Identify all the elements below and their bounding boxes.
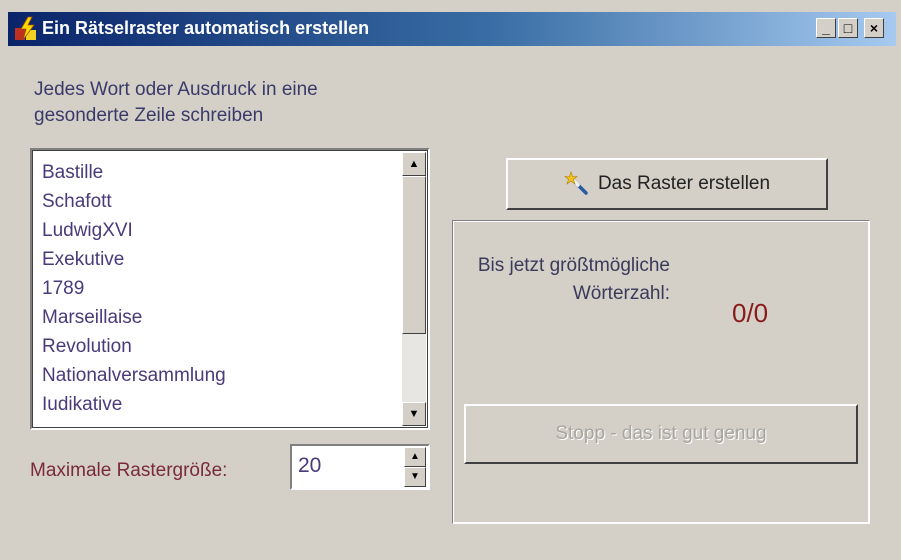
list-item[interactable]: Iudikative [42, 390, 392, 419]
list-item[interactable]: Marseillaise [42, 303, 392, 332]
max-grid-size-label: Maximale Rastergröße: [30, 460, 228, 481]
maximize-icon: □ [843, 20, 853, 36]
list-item[interactable]: Exekutive [42, 245, 392, 274]
arrow-up-icon: ▲ [408, 158, 420, 170]
app-window: Ein Rätselraster automatisch erstellen _… [0, 0, 901, 560]
spin-down-button[interactable]: ▼ [404, 467, 426, 487]
scroll-up-button[interactable]: ▲ [402, 152, 426, 176]
app-lightning-icon [15, 16, 36, 41]
magic-wand-icon [564, 171, 588, 195]
instructions-label: Jedes Wort oder Ausdruck in eine gesonde… [34, 79, 318, 126]
scroll-down-button[interactable]: ▼ [402, 402, 426, 426]
stop-button[interactable]: Stopp - das ist gut genug [464, 404, 858, 464]
minimize-icon: _ [822, 20, 830, 36]
arrow-up-icon: ▲ [410, 451, 420, 462]
close-button[interactable]: × [864, 18, 884, 38]
list-scrollbar[interactable]: ▲ ▼ [402, 152, 426, 426]
arrow-down-icon: ▼ [410, 471, 420, 482]
word-list-box[interactable]: Bastille Schafott LudwigXVI Exekutive 17… [30, 148, 430, 430]
list-item[interactable]: LudwigXVI [42, 216, 392, 245]
list-item[interactable]: Nationalversammlung [42, 361, 392, 390]
arrow-down-icon: ▼ [408, 408, 420, 420]
grid-size-value[interactable]: 20 [298, 454, 321, 478]
grid-size-spinner[interactable]: 20 ▲ ▼ [290, 444, 430, 490]
create-grid-label: Das Raster erstellen [597, 173, 771, 194]
window-title: Ein Rätselraster automatisch erstellen [42, 18, 370, 38]
list-item[interactable]: Revolution [42, 332, 392, 361]
list-item[interactable]: 1789 [42, 274, 392, 303]
status-label: Bis jetzt größtmögliche Wörterzahl: [477, 255, 670, 304]
word-list: Bastille Schafott LudwigXVI Exekutive 17… [42, 158, 392, 419]
title-bar[interactable]: Ein Rätselraster automatisch erstellen _… [8, 12, 896, 46]
word-count-value: 0/0 [732, 298, 769, 328]
scroll-thumb[interactable] [402, 176, 426, 334]
stop-button-label: Stopp - das ist gut genug [555, 423, 767, 444]
minimize-button[interactable]: _ [816, 18, 836, 38]
list-item[interactable]: Schafott [42, 187, 392, 216]
spin-up-button[interactable]: ▲ [404, 447, 426, 467]
create-grid-button[interactable]: Das Raster erstellen [506, 158, 828, 210]
maximize-button[interactable]: □ [838, 18, 858, 38]
list-item[interactable]: Bastille [42, 158, 392, 187]
close-icon: × [869, 20, 879, 36]
